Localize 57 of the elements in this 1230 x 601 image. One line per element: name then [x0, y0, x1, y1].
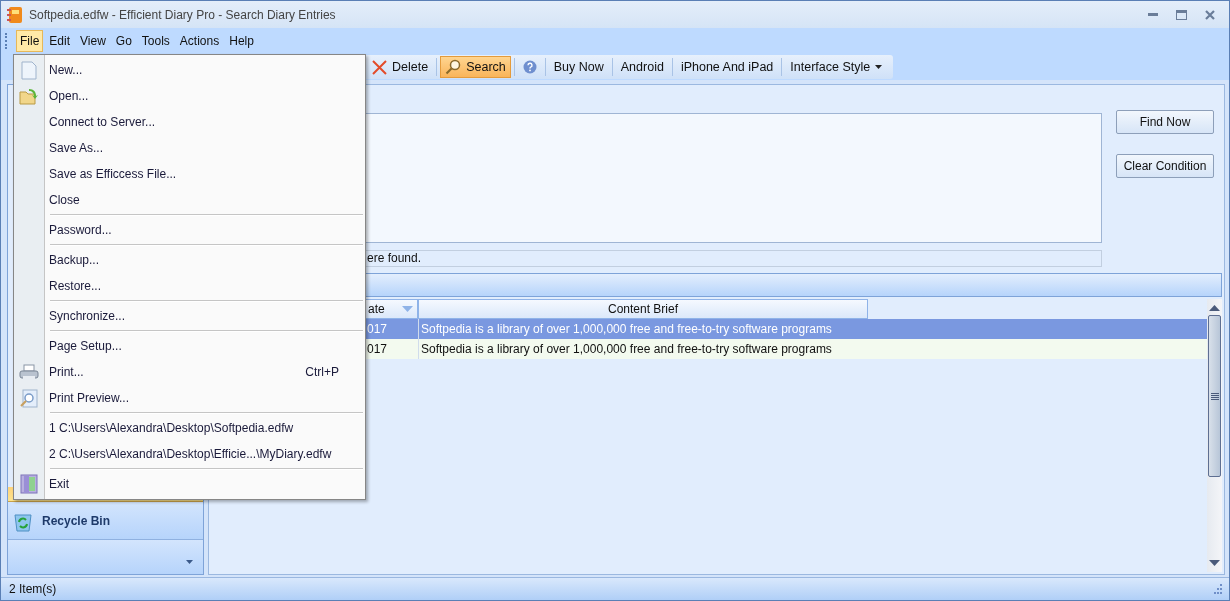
scroll-thumb[interactable]	[1208, 315, 1221, 477]
menu-item[interactable]: 1 C:\Users\Alexandra\Desktop\Softpedia.edfw	[14, 415, 365, 441]
sidebar-item[interactable]: Recycle Bin	[8, 502, 203, 540]
folder-icon	[19, 87, 39, 105]
close-icon[interactable]	[1205, 9, 1215, 20]
scroll-down-icon[interactable]	[1209, 560, 1220, 566]
scroll-up-icon[interactable]	[1209, 305, 1220, 311]
menu-item[interactable]: Save as Efficcess File...	[14, 161, 365, 187]
menu-item[interactable]: Password...	[14, 217, 365, 243]
notebook-icon	[7, 5, 23, 24]
style-dropdown[interactable]: Interface Style	[785, 56, 888, 78]
menu-item[interactable]: Actions	[175, 30, 224, 52]
toolbar-button[interactable]: iPhone And iPad	[675, 56, 779, 78]
grip-icon	[1210, 392, 1219, 400]
resize-grip-icon[interactable]	[1212, 583, 1223, 595]
maximize-icon[interactable]	[1176, 9, 1187, 20]
menu-item[interactable]: Connect to Server...	[14, 109, 365, 135]
menu-item[interactable]: Exit	[14, 471, 365, 497]
column-header[interactable]: Content Brief	[418, 299, 868, 319]
caret-icon[interactable]	[186, 560, 193, 564]
clear-condition-button[interactable]: Clear Condition	[1116, 154, 1214, 178]
printer-icon	[19, 363, 39, 381]
table-cell: Softpedia is a library of over 1,000,000 free and free-to-try software programs	[418, 339, 868, 359]
menu-item[interactable]: Edit	[45, 30, 75, 52]
magnifier-document-icon	[20, 388, 38, 408]
scrollbar-track[interactable]	[1207, 299, 1222, 572]
status-text: 2 Item(s)	[9, 582, 57, 596]
toolbar-button[interactable]: Android	[615, 56, 669, 78]
window-title: Softpedia.edfw - Efficient Diary Pro - Search Diary Entries	[29, 7, 336, 22]
menu-item[interactable]: Tools	[137, 30, 174, 52]
help-icon	[522, 60, 537, 74]
shortcut-text: Ctrl+P	[305, 365, 339, 379]
cross-icon	[372, 59, 387, 75]
menu-item[interactable]: Open...	[14, 83, 365, 109]
search-icon	[445, 59, 462, 75]
menu-item[interactable]: Print... Ctrl+P	[14, 359, 365, 385]
document-icon	[21, 60, 37, 80]
caret-icon	[875, 65, 883, 69]
menu-item[interactable]: Save As...	[14, 135, 365, 161]
minimize-icon[interactable]	[1148, 12, 1158, 17]
table-cell-text: 017	[366, 321, 389, 338]
menu-item[interactable]: Help	[225, 30, 258, 52]
door-icon	[20, 474, 38, 494]
find-now-button[interactable]: Find Now	[1116, 110, 1214, 134]
menu-item[interactable]: Restore...	[14, 273, 365, 299]
menu-item[interactable]: Print Preview...	[14, 385, 365, 411]
menu-item[interactable]: 2 C:\Users\Alexandra\Desktop\Efficie...\MyDiary.edfw	[14, 441, 365, 467]
toolbar-button[interactable]: Buy Now	[548, 56, 609, 78]
menu-item[interactable]: Close	[14, 187, 365, 213]
menu-item[interactable]: File	[16, 30, 44, 52]
menu-item[interactable]: Go	[111, 30, 136, 52]
table-cell-text: 017	[366, 341, 389, 358]
delete-button[interactable]: Delete	[367, 56, 434, 78]
menu-item[interactable]: View	[76, 30, 110, 52]
search-button[interactable]: Search	[440, 56, 511, 78]
menu-item[interactable]: New...	[14, 57, 365, 83]
sort-icon	[402, 306, 413, 312]
